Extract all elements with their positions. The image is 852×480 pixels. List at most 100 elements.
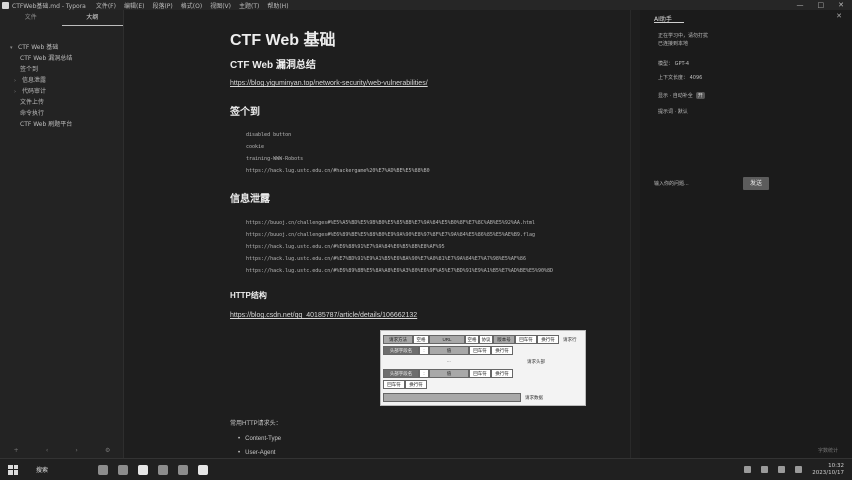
outline-item-label: CTF Web 基础 [18, 44, 59, 51]
diagram-label-body: 请求数据 [525, 395, 543, 400]
question-input[interactable]: 输入你的问题... [654, 180, 734, 189]
clock-time: 10:32 [828, 462, 844, 469]
toggle-badge[interactable]: 开 [695, 92, 705, 99]
menu-file[interactable]: 文件(F) [96, 1, 116, 10]
diagram-cell: URL [429, 335, 465, 344]
window-title: CTFWeb基础.md - Typora [12, 2, 86, 10]
outline-item-info-leak[interactable]: › 信息泄露 [0, 75, 123, 86]
http-request-diagram: 请求方法 空格 URL 空格 协议 版本号 回车符 换行符 请求行 头部字段名 … [380, 330, 586, 406]
context-setting[interactable]: 上下文长度： 4096 [658, 74, 702, 81]
autocomplete-label: 显示 · 自动补全 [658, 93, 693, 99]
code-line: https://hack.lug.ustc.edu.cn/#%E6%88%91%… [246, 244, 445, 250]
code-line: training-WWW-Robots [246, 156, 304, 162]
outline-item-code-audit[interactable]: › 代码审计 [0, 86, 123, 97]
app-icon[interactable] [158, 464, 169, 475]
outline-item-vuln-summary[interactable]: CTF Web 漏洞总结 [0, 53, 123, 64]
tab-files[interactable]: 文件 [0, 10, 62, 26]
diagram-cell: : [419, 346, 429, 355]
send-button[interactable]: 发送 [743, 177, 769, 190]
menu-help[interactable]: 帮助(H) [267, 1, 288, 10]
link-csdn-article[interactable]: https://blog.csdn.net/qq_40185787/articl… [230, 312, 417, 319]
diagram-label-headers: 请求头部 [527, 359, 545, 364]
chevron-down-icon[interactable]: ▾ [10, 43, 18, 54]
sidebar: 文件 大纲 ▾ CTF Web 基础 CTF Web 漏洞总结 签个到 › 信息泄露… [0, 10, 124, 458]
volume-icon[interactable] [778, 466, 786, 473]
diagram-cell: 回车符 [383, 380, 405, 389]
model-label: 模型： [658, 61, 674, 67]
app-icon[interactable] [178, 464, 189, 475]
diagram-cell: 协议 [479, 335, 493, 344]
code-line: https://buuoj.cn/challenges#%E5%A5%BD%E5… [246, 220, 535, 226]
outline-item-ctf-web-basics[interactable]: ▾ CTF Web 基础 [0, 42, 123, 53]
link-vuln-blog[interactable]: https://blog.yiguminyan.top/network-secu… [230, 80, 428, 87]
diagram-cell: 换行符 [405, 380, 427, 389]
panel-title-underline [654, 22, 684, 23]
heading-info-leak: 信息泄露 [230, 194, 270, 205]
code-line: https://buuoj.cn/challenges#%E6%89%BE%E5… [246, 232, 535, 238]
word-count[interactable]: 字数统计 [818, 447, 838, 454]
menu-paragraph[interactable]: 段落(P) [152, 1, 172, 10]
battery-icon[interactable] [795, 466, 803, 473]
outline-item-sign-in[interactable]: 签个到 [0, 64, 123, 75]
outline-item-command-exec[interactable]: 命令执行 [0, 108, 123, 119]
heading-http-structure: HTTP结构 [230, 291, 267, 300]
diagram-cell: 空格 [465, 335, 479, 344]
chevron-up-icon[interactable] [744, 466, 752, 473]
taskbar-search[interactable]: 搜索 [36, 465, 48, 474]
outline-item-label: 文件上传 [20, 99, 45, 106]
tab-outline[interactable]: 大纲 [61, 10, 123, 26]
outline-item-label: CTF Web 漏洞总结 [20, 55, 73, 62]
menu-theme[interactable]: 主题(T) [239, 1, 259, 10]
panel-divider [630, 10, 631, 458]
chevron-left-icon[interactable]: ‹ [46, 447, 48, 454]
maximize-button[interactable]: □ [818, 1, 825, 9]
list-item: Content-Type [238, 436, 281, 442]
outline-item-file-upload[interactable]: 文件上传 [0, 97, 123, 108]
diagram-ellipsis: ... [447, 358, 451, 363]
code-line: https://hack.lug.ustc.edu.cn/#%E7%BD%91%… [246, 256, 526, 262]
clock[interactable]: 10:32 2023/10/17 [812, 463, 844, 477]
code-line: disabled button [246, 132, 292, 138]
code-line: cookie [246, 144, 265, 150]
diagram-cell: 头部字段名 [383, 346, 419, 355]
editor-document[interactable]: CTF Web 基础 CTF Web 漏洞总结 https://blog.yig… [210, 10, 610, 458]
diagram-cell: : [419, 369, 429, 378]
app-icon[interactable] [138, 464, 149, 475]
diagram-cell: 请求方法 [383, 335, 413, 344]
chevron-right-icon[interactable]: › [75, 447, 77, 454]
close-icon[interactable]: ✕ [836, 12, 842, 20]
windows-start-icon[interactable] [8, 464, 18, 475]
sidebar-footer: + ‹ › ⚙ [0, 447, 124, 454]
menu-format[interactable]: 格式(O) [181, 1, 202, 10]
heading-vuln-summary: CTF Web 漏洞总结 [230, 60, 316, 71]
diagram-cell: 头部字段名 [383, 369, 419, 378]
typora-app-icon [2, 1, 9, 9]
minimize-button[interactable]: — [797, 1, 804, 9]
typora-taskbar-icon[interactable] [198, 464, 209, 475]
prompt-setting[interactable]: 提示词 · 默认 [658, 108, 688, 115]
menu-view[interactable]: 视图(V) [210, 1, 231, 10]
model-value: GPT-4 [674, 61, 690, 67]
diagram-cell: 值 [429, 369, 469, 378]
menu-edit[interactable]: 编辑(E) [124, 1, 144, 10]
panel-message: 已连接到本地 [658, 41, 689, 47]
network-icon[interactable] [761, 466, 769, 473]
file-explorer-icon[interactable] [98, 464, 109, 475]
taskbar: 搜索 10:32 2023/10/17 [0, 458, 852, 480]
add-icon[interactable]: + [14, 447, 19, 454]
model-setting[interactable]: 模型： GPT-4 [658, 60, 689, 67]
diagram-cell: 版本号 [493, 335, 515, 344]
browser-icon[interactable] [118, 464, 129, 475]
outline-item-ctf-platforms[interactable]: CTF Web 刷题平台 [0, 119, 123, 130]
autocomplete-toggle[interactable]: 显示 · 自动补全开 [658, 92, 705, 99]
outline-item-label: 信息泄露 [22, 77, 47, 84]
context-label: 上下文长度： [658, 75, 689, 81]
context-value: 4096 [689, 75, 703, 81]
gear-icon[interactable]: ⚙ [105, 447, 110, 454]
sidebar-tabs: 文件 大纲 [0, 10, 123, 26]
menu-bar: 文件(F) 编辑(E) 段落(P) 格式(O) 视图(V) 主题(T) 帮助(H… [96, 1, 289, 10]
code-line: https://hack.lug.ustc.edu.cn/#%E6%89%8B%… [246, 268, 554, 274]
close-button[interactable]: ✕ [838, 1, 844, 9]
doc-title: CTF Web 基础 [230, 32, 336, 49]
window-controls: — □ ✕ [797, 1, 845, 9]
